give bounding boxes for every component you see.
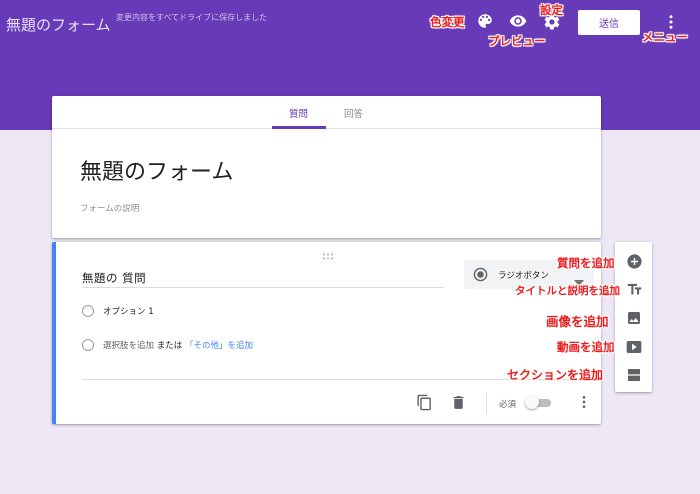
add-option-link[interactable]: 選択肢を追加 [103,341,154,351]
save-status: 変更内容をすべてドライブに保存しました [116,13,268,22]
annotation-add-title-description: タイトルと説明を追加 [515,285,620,297]
annotation-add-section: セクションを追加 [507,368,604,382]
palette-icon[interactable] [475,11,495,31]
question-type-label: ラジオボタン [498,271,549,281]
form-header-card: 質問 回答 無題のフォーム フォームの説明 [52,96,601,238]
trash-icon[interactable] [448,392,468,412]
annotation-add-video: 動画を追加 [557,340,615,354]
tab-questions[interactable]: 質問 [289,106,308,120]
add-option-radio [82,339,94,351]
drag-handle-icon[interactable] [322,245,334,264]
add-circle-icon[interactable] [624,251,644,271]
image-icon[interactable] [624,308,644,328]
annotation-preview: プレビュー [488,34,546,48]
eye-icon[interactable] [508,11,528,31]
video-icon[interactable] [624,337,644,357]
active-tab-indicator [272,126,326,129]
option-radio [82,305,94,317]
required-label: 必須 [499,400,517,410]
tab-responses[interactable]: 回答 [344,106,363,120]
more-vert-icon[interactable] [574,392,594,412]
required-toggle[interactable] [525,395,551,409]
question-card[interactable]: 無題の 質問 ラジオボタン オプション 1 選択肢を追加 または 「その他」を追… [52,242,602,424]
form-description-input[interactable]: フォームの説明 [80,202,139,214]
app-title[interactable]: 無題のフォーム [6,14,111,35]
or-text: または [156,341,183,351]
question-title-input[interactable]: 無題の 質問 [82,270,444,288]
annotation-add-image: 画像を追加 [546,314,609,329]
add-option-row: 選択肢を追加 または 「その他」を追加 [103,339,253,351]
side-toolbar [615,242,652,392]
annotation-menu: メニュー [642,30,688,44]
annotation-settings: 設定 [540,3,563,17]
section-icon[interactable] [624,365,644,385]
option-label[interactable]: オプション 1 [103,305,154,317]
annotation-add-question: 質問を追加 [557,256,615,270]
footer-divider [486,392,487,414]
annotation-color-change: 色変更 [430,15,465,29]
send-button[interactable]: 送信 [578,10,640,35]
toggle-thumb [525,395,539,409]
title-icon[interactable] [624,279,644,299]
add-other-link[interactable]: 「その他」を追加 [185,341,253,351]
form-title-input[interactable]: 無題のフォーム [80,154,233,186]
radio-button-icon [473,267,488,286]
copy-icon[interactable] [414,392,434,412]
tab-bar: 質問 回答 [52,96,601,129]
